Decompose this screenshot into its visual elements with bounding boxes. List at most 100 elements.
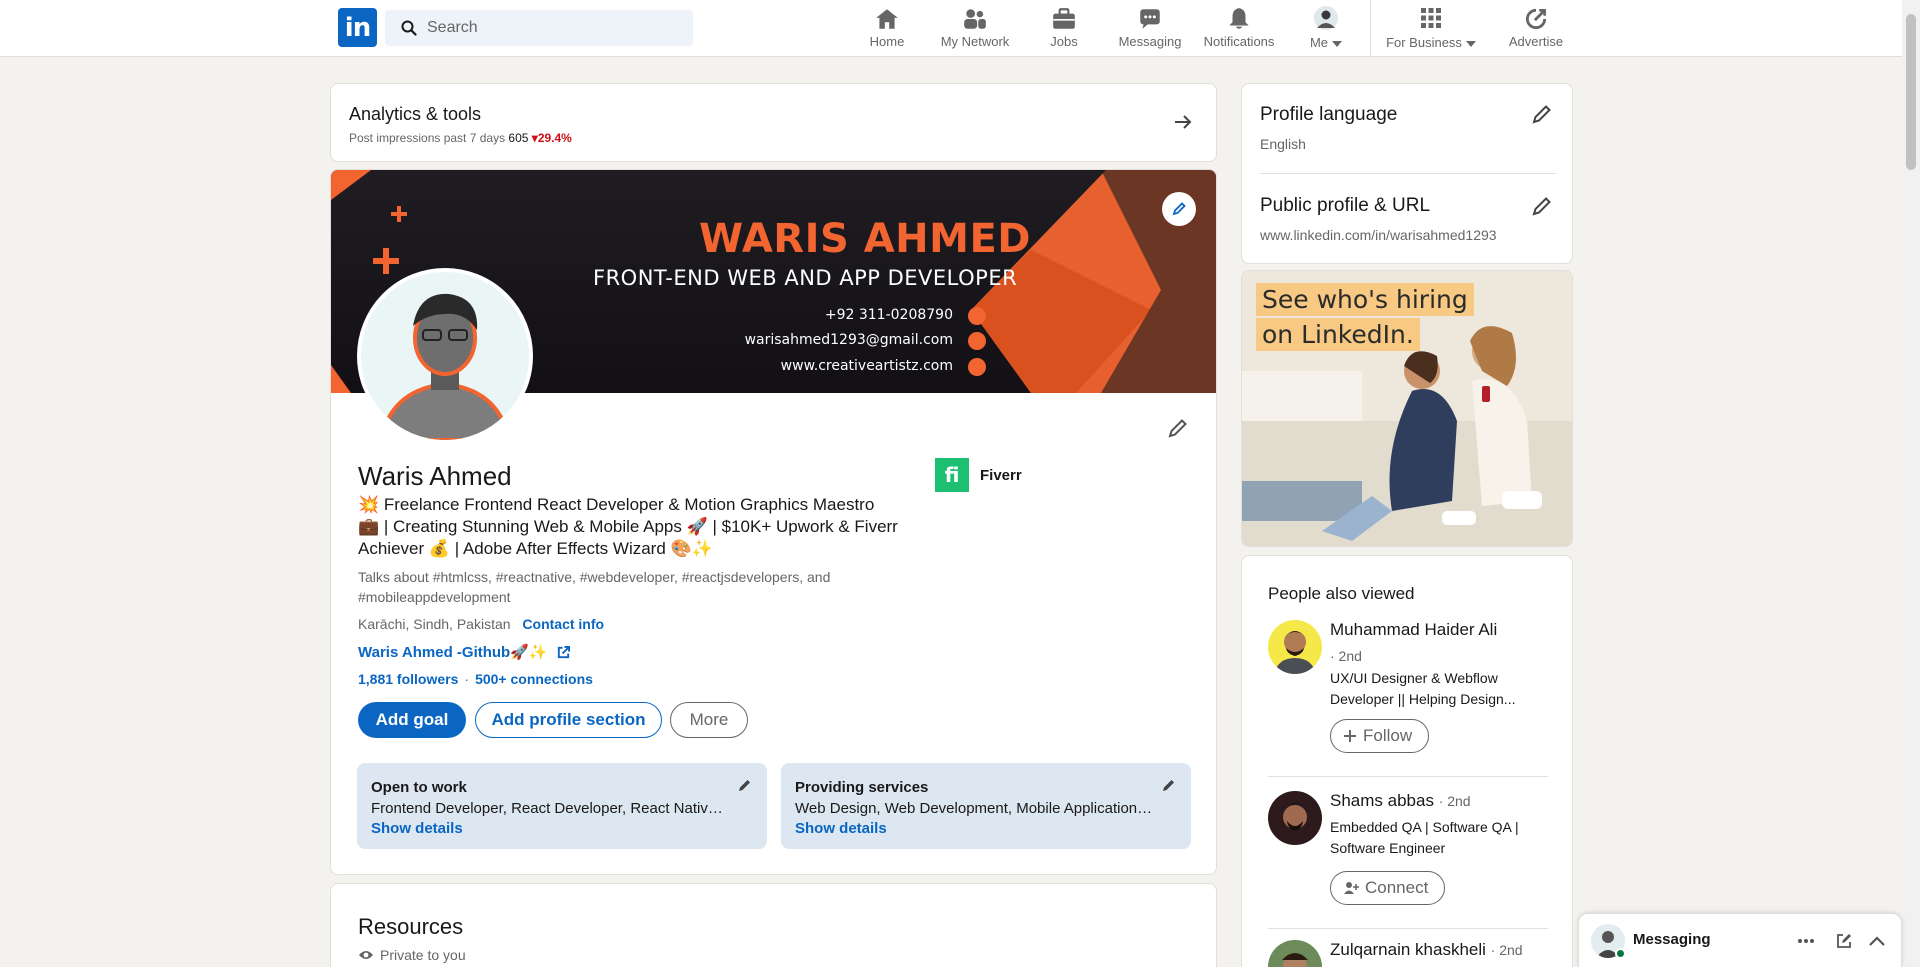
providing-services-title: Providing services xyxy=(795,779,929,796)
pencil-icon xyxy=(1172,202,1186,216)
list-item[interactable]: Shams abbas · 2nd Embedded QA | Software… xyxy=(1268,791,1558,911)
nav-label: Jobs xyxy=(1050,34,1078,49)
nav-home[interactable]: Home xyxy=(862,6,912,52)
nav-advertise[interactable]: Advertise xyxy=(1508,6,1564,52)
fiverr-logo: fi xyxy=(935,458,969,492)
scroll-thumb[interactable] xyxy=(1906,14,1916,170)
person-name-row[interactable]: Zulqarnain khaskheli · 2nd xyxy=(1330,940,1523,960)
people-also-viewed-title: People also viewed xyxy=(1268,584,1415,603)
person-degree-text: · 2nd xyxy=(1330,648,1362,664)
follow-button[interactable]: Follow xyxy=(1330,719,1430,753)
followers-link[interactable]: 1,881 followers xyxy=(358,671,458,687)
public-profile-title: Public profile & URL xyxy=(1260,195,1431,216)
home-icon xyxy=(876,9,898,29)
search-input[interactable] xyxy=(427,19,667,37)
avatar[interactable] xyxy=(1268,620,1322,674)
globe-icon xyxy=(968,358,986,376)
connect-label: Connect xyxy=(1365,878,1429,897)
nav-label: Home xyxy=(869,34,905,49)
pencil-icon[interactable] xyxy=(1161,777,1177,793)
hiring-ad[interactable]: See who's hiring on LinkedIn. xyxy=(1241,270,1573,547)
banner-email: warisahmed1293@gmail.com xyxy=(744,332,953,348)
divider xyxy=(1268,776,1548,777)
person-degree: · 2nd xyxy=(1330,646,1540,667)
chevron-down-icon xyxy=(1465,40,1476,47)
person-headline: UX/UI Designer & Webflow Developer || He… xyxy=(1330,670,1516,707)
analytics-label: Post impressions past 7 days xyxy=(349,131,506,145)
nav-my-network[interactable]: My Network xyxy=(936,6,1014,52)
profile-stats: 1,881 followers · 500+ connections xyxy=(358,671,593,687)
nav-messaging[interactable]: Messaging xyxy=(1118,6,1182,52)
nav-notifications[interactable]: Notifications xyxy=(1201,6,1277,52)
network-icon xyxy=(964,9,986,29)
impressions-change-value: 29.4% xyxy=(537,131,572,145)
person-name[interactable]: Muhammad Haider Ali xyxy=(1330,620,1497,640)
linkedin-logo[interactable]: in xyxy=(338,8,377,47)
phone-icon xyxy=(968,307,986,325)
nav-label: Advertise xyxy=(1508,34,1564,49)
profile-card: WARIS AHMED FRONT-END WEB AND APP DEVELO… xyxy=(330,169,1217,875)
avatar xyxy=(1314,6,1338,30)
eye-icon xyxy=(359,951,373,959)
ad-headline-line-1: See who's hiring xyxy=(1256,283,1474,316)
contact-info-link[interactable]: Contact info xyxy=(522,616,604,632)
providing-services-box[interactable]: Providing services Web Design, Web Devel… xyxy=(781,763,1191,849)
add-profile-section-button[interactable]: Add profile section xyxy=(475,702,662,738)
nav-label: My Network xyxy=(940,34,1010,49)
banner-name: WARIS AHMED xyxy=(699,216,1031,262)
public-profile-url[interactable]: www.linkedin.com/in/warisahmed1293 xyxy=(1260,227,1497,243)
online-status-dot xyxy=(1615,948,1626,959)
profile-avatar[interactable] xyxy=(357,268,533,444)
email-icon xyxy=(968,332,986,350)
avatar[interactable] xyxy=(1268,791,1322,845)
divider xyxy=(1260,173,1556,174)
list-item[interactable]: Zulqarnain khaskheli · 2nd xyxy=(1268,940,1558,967)
pencil-icon[interactable] xyxy=(737,777,753,793)
profile-talks-about: Talks about #htmlcss, #reactnative, #web… xyxy=(358,569,831,605)
person-degree: · 2nd xyxy=(1490,942,1523,958)
nav-for-business[interactable]: For Business xyxy=(1383,6,1479,52)
github-link[interactable]: Waris Ahmed -Github🚀✨ xyxy=(358,643,571,661)
more-button[interactable]: More xyxy=(670,702,748,738)
resources-title: Resources xyxy=(358,914,464,939)
nav-jobs[interactable]: Jobs xyxy=(1048,6,1080,52)
edit-banner-button[interactable] xyxy=(1162,192,1196,226)
more-options-icon[interactable] xyxy=(1797,938,1815,944)
privacy-label: Private to you xyxy=(380,947,466,963)
nav-me[interactable]: Me xyxy=(1308,6,1344,52)
person-name: Zulqarnain khaskheli xyxy=(1330,940,1486,959)
messaging-overlay[interactable]: Messaging xyxy=(1578,913,1902,967)
nav-label: Me xyxy=(1309,35,1329,50)
divider xyxy=(1268,928,1548,929)
edit-profile-pencil-icon[interactable] xyxy=(1166,416,1190,440)
chevron-up-icon[interactable] xyxy=(1868,934,1886,948)
messaging-label: Messaging xyxy=(1633,931,1711,948)
providing-services-show-details[interactable]: Show details xyxy=(795,820,887,837)
page-scrollbar[interactable] xyxy=(1902,0,1920,967)
connections-link[interactable]: 500+ connections xyxy=(475,671,593,687)
open-to-work-box[interactable]: Open to work Frontend Developer, React D… xyxy=(357,763,767,849)
edit-url-pencil-icon[interactable] xyxy=(1530,194,1554,218)
impressions-change: ▾29.4% xyxy=(531,131,572,145)
person-degree: · 2nd xyxy=(1438,793,1471,809)
add-person-icon xyxy=(1344,882,1359,894)
banner-role: FRONT-END WEB AND APP DEVELOPER xyxy=(593,266,1018,290)
profile-headline: 💥 Freelance Frontend React Developer & M… xyxy=(358,495,898,558)
edit-language-pencil-icon[interactable] xyxy=(1530,102,1554,126)
person-headline: Embedded QA | Software QA | Software Eng… xyxy=(1330,819,1519,856)
nav-label: Messaging xyxy=(1118,34,1182,49)
analytics-card[interactable]: Analytics & tools Post impressions past … xyxy=(330,83,1217,162)
connect-button[interactable]: Connect xyxy=(1330,871,1446,905)
grid-icon xyxy=(1421,8,1441,28)
open-to-work-desc: Frontend Developer, React Developer, Rea… xyxy=(371,800,731,817)
person-name-row[interactable]: Shams abbas · 2nd xyxy=(1330,791,1471,811)
search-bar[interactable] xyxy=(385,10,693,46)
compose-icon[interactable] xyxy=(1835,932,1853,950)
avatar[interactable] xyxy=(1268,940,1322,967)
nav-label: Notifications xyxy=(1203,34,1275,49)
open-to-work-show-details[interactable]: Show details xyxy=(371,820,463,837)
add-goal-button[interactable]: Add goal xyxy=(358,702,466,738)
current-company[interactable]: fi Fiverr xyxy=(935,458,1022,492)
arrow-right-icon[interactable] xyxy=(1174,114,1192,130)
list-item[interactable]: Muhammad Haider Ali · 2nd UX/UI Designer… xyxy=(1268,620,1558,760)
